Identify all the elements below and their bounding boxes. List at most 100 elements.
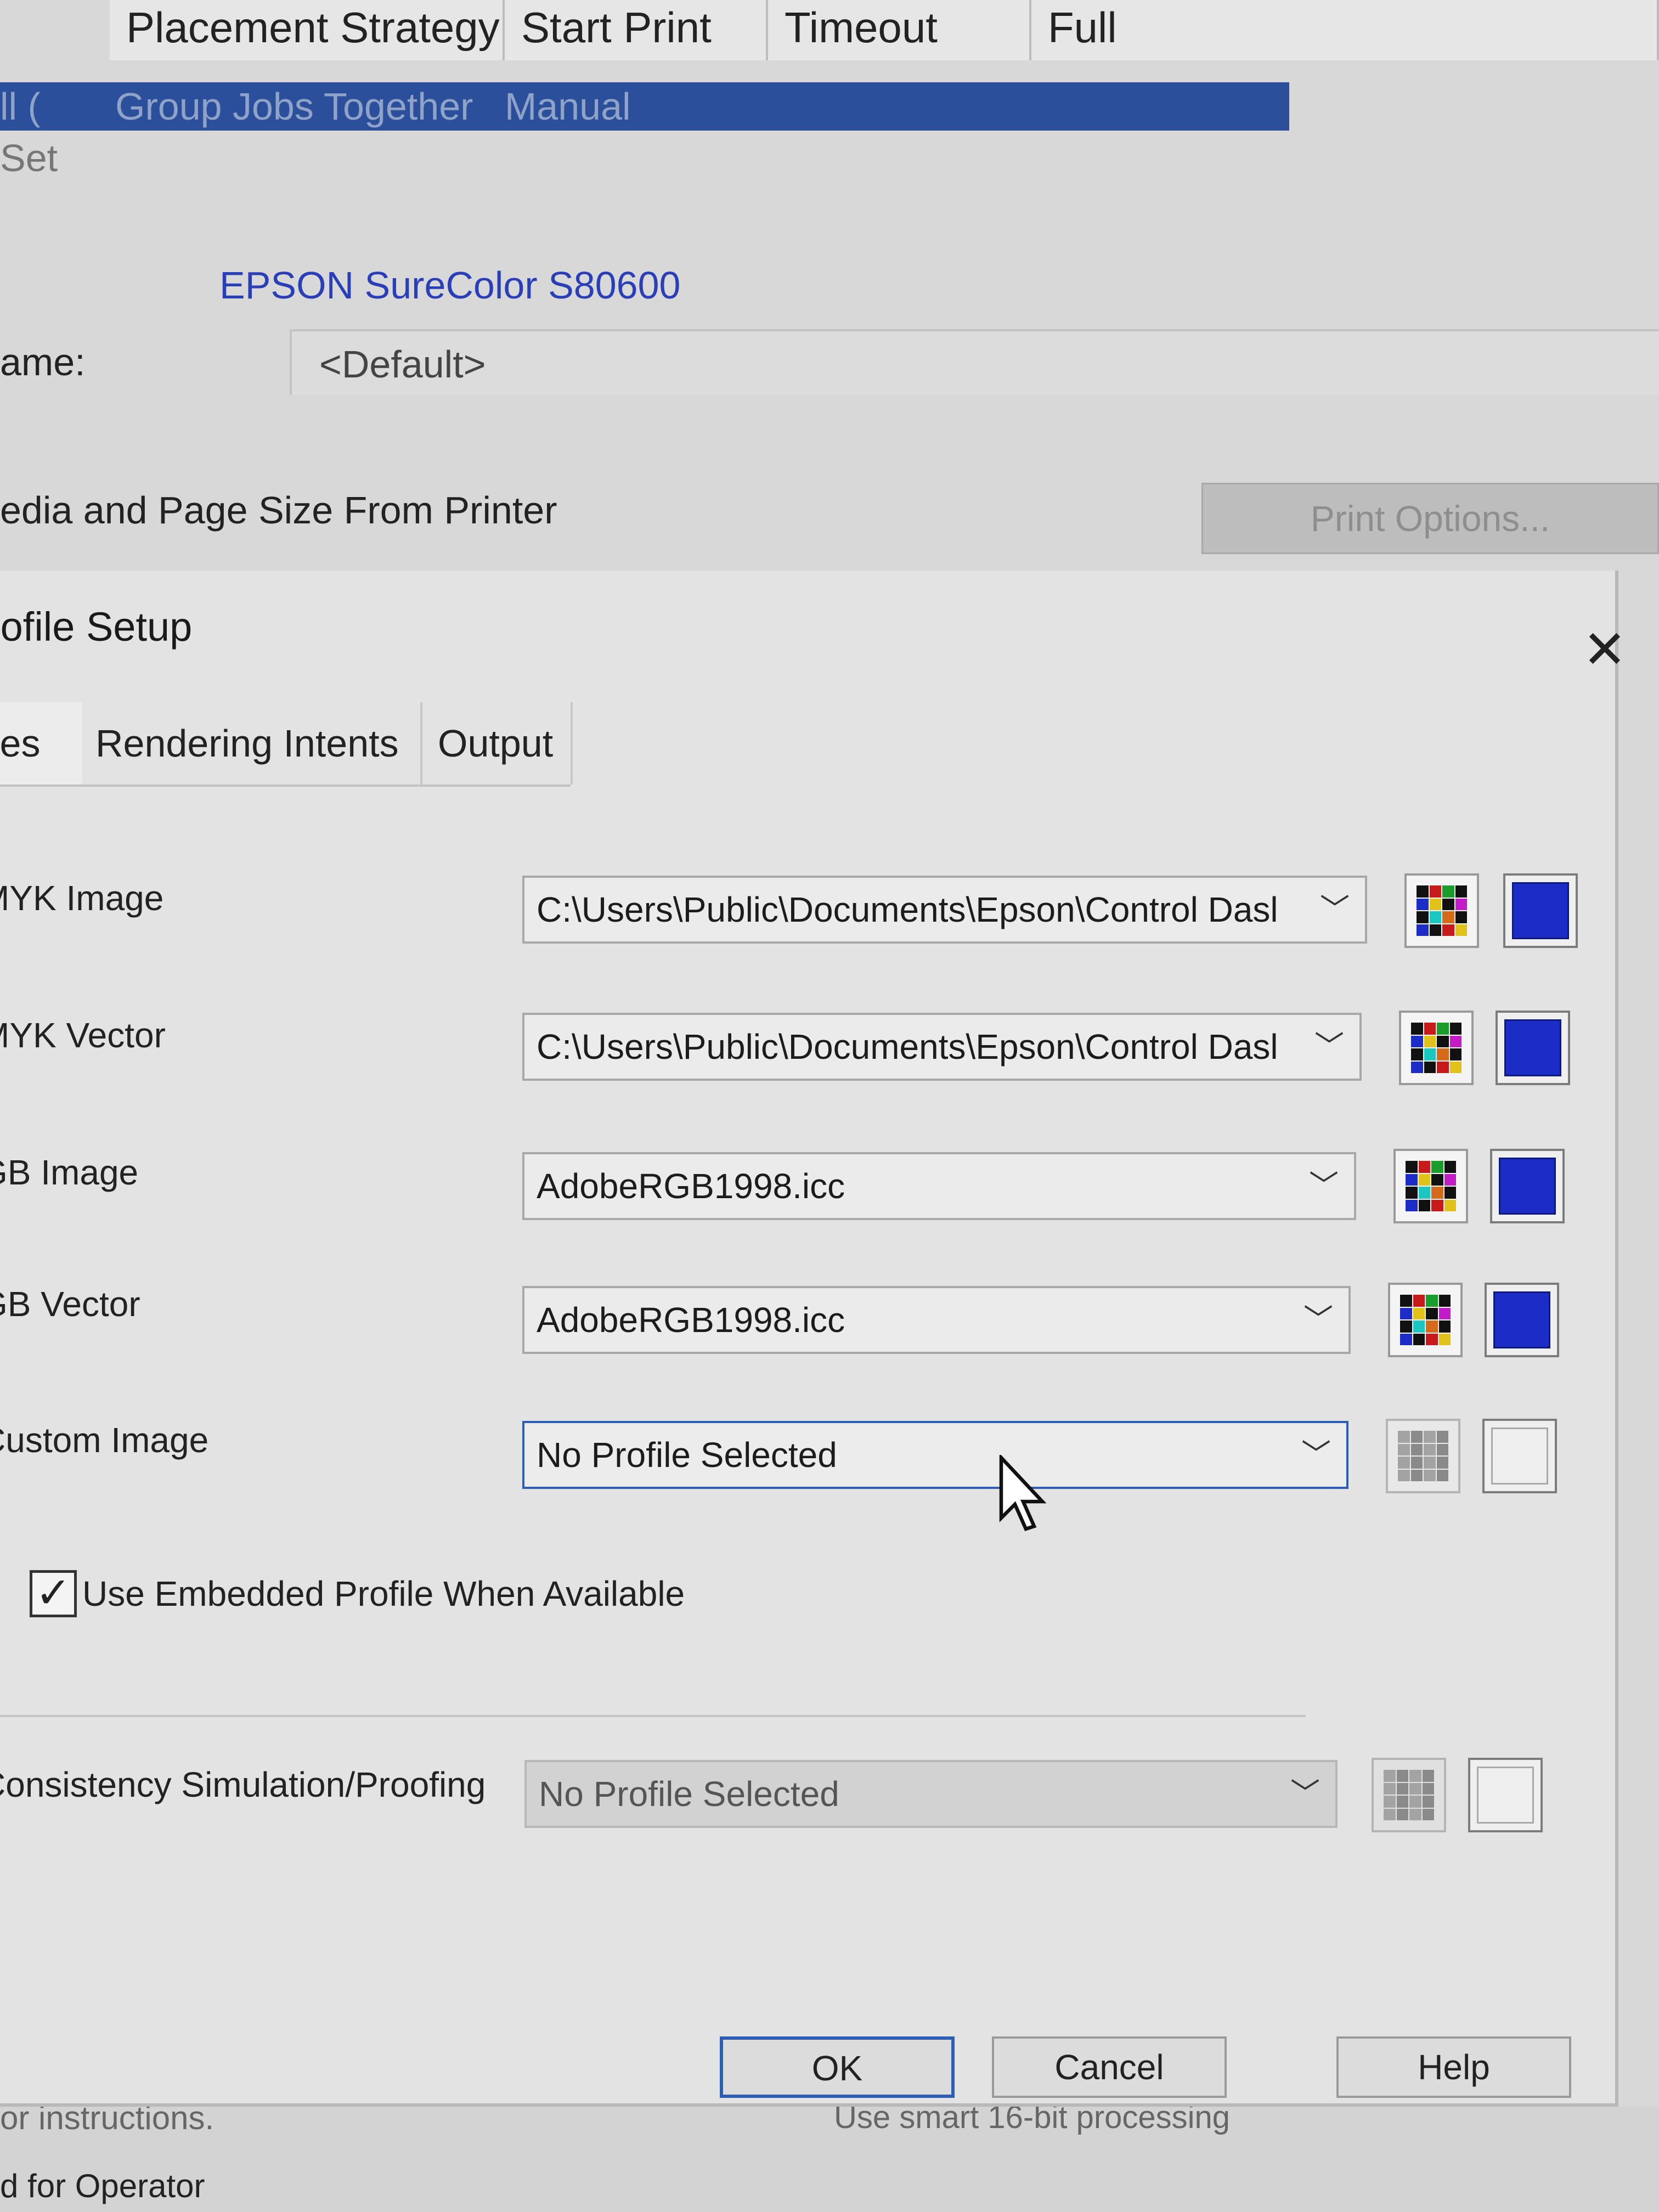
color-chip [1436, 1431, 1448, 1443]
color-chart-button[interactable] [1399, 1011, 1474, 1085]
tab-rendering-intents[interactable]: Rendering Intents [82, 702, 422, 785]
color-chip [1442, 924, 1454, 936]
color-chip [1429, 885, 1441, 898]
column-header-placement-strategy[interactable]: Placement Strategy [110, 0, 505, 60]
custom-image-profile-select[interactable]: No Profile Selected ﹀ [522, 1421, 1348, 1489]
profile-color-button[interactable] [1490, 1149, 1565, 1223]
color-chip [1398, 1457, 1410, 1469]
color-chip [1413, 1307, 1425, 1319]
color-chart-icon [1384, 1770, 1434, 1820]
color-chart-button[interactable] [1393, 1149, 1468, 1223]
color-chip [1411, 1023, 1423, 1035]
set-label: Set [0, 137, 58, 179]
rgb-image-profile-select[interactable]: AdobeRGB1998.icc ﹀ [522, 1152, 1356, 1220]
ok-button[interactable]: OK [720, 2036, 955, 2098]
use-embedded-profile-checkbox[interactable]: ✓ [30, 1570, 77, 1617]
color-chip [1396, 1796, 1408, 1808]
cmyk-vector-profile-select[interactable]: C:\Users\Public\Documents\Epson\Control … [522, 1013, 1362, 1081]
bottom-panel: or instructions. d for Operator Use smar… [0, 2100, 1659, 2212]
color-chip [1424, 1061, 1436, 1073]
color-chip [1436, 1469, 1448, 1481]
column-header-timeout[interactable]: Timeout [768, 0, 1031, 60]
color-chip [1417, 911, 1429, 923]
column-header-full[interactable]: Full [1031, 0, 1659, 60]
proofing-profile-select[interactable]: No Profile Selected ﹀ [524, 1760, 1338, 1828]
color-chip [1409, 1796, 1421, 1808]
color-chip [1400, 1333, 1412, 1345]
color-chart-button[interactable] [1404, 873, 1479, 948]
rgb-image-label: GB Image [0, 1153, 139, 1192]
color-chip [1424, 1443, 1436, 1455]
printer-name: EPSON SureColor S80600 [219, 264, 681, 307]
color-chip [1418, 1173, 1430, 1186]
color-chip [1431, 1199, 1443, 1211]
color-chip [1409, 1770, 1421, 1782]
color-chip [1429, 911, 1441, 923]
color-chip [1409, 1808, 1421, 1820]
profile-color-button[interactable] [1496, 1011, 1570, 1085]
help-button[interactable]: Help [1336, 2036, 1571, 2098]
color-chip [1409, 1782, 1421, 1795]
profile-color-button[interactable] [1503, 873, 1578, 948]
tab-profiles[interactable]: les [0, 702, 88, 785]
color-chip [1429, 898, 1441, 910]
color-chip [1444, 1199, 1456, 1211]
rgb-vector-profile-select[interactable]: AdobeRGB1998.icc ﹀ [522, 1286, 1351, 1354]
rgb-vector-label: GB Vector [0, 1284, 140, 1324]
color-chip [1424, 1048, 1436, 1060]
color-chip [1422, 1770, 1434, 1782]
color-chip [1418, 1161, 1430, 1173]
select-value: No Profile Selected [539, 1774, 839, 1814]
color-chip [1444, 1187, 1456, 1199]
color-chip [1455, 898, 1467, 910]
color-chip [1384, 1770, 1396, 1782]
profile-color-button[interactable] [1485, 1283, 1559, 1357]
color-chip [1422, 1796, 1434, 1808]
select-value: AdobeRGB1998.icc [537, 1166, 845, 1206]
close-icon[interactable]: ✕ [1580, 624, 1629, 676]
color-swatch-icon [1512, 882, 1569, 939]
color-chart-icon [1411, 1023, 1462, 1073]
color-chip [1417, 924, 1429, 936]
color-chart-button-disabled[interactable] [1386, 1419, 1460, 1493]
cmyk-image-label: MYK Image [0, 878, 164, 918]
color-chip [1449, 1061, 1462, 1073]
color-chip [1406, 1199, 1418, 1211]
name-label: ame: [0, 341, 86, 383]
color-chip [1413, 1321, 1425, 1333]
column-header-start-print[interactable]: Start Print [505, 0, 768, 60]
color-chart-button-disabled[interactable] [1372, 1758, 1446, 1832]
color-chip [1406, 1161, 1418, 1173]
row-cell: ll ( [0, 85, 41, 128]
color-chip [1422, 1782, 1434, 1795]
color-chip [1442, 911, 1454, 923]
color-chip [1431, 1187, 1443, 1199]
select-value: C:\Users\Public\Documents\Epson\Control … [537, 1027, 1278, 1066]
cmyk-image-profile-select[interactable]: C:\Users\Public\Documents\Epson\Control … [522, 876, 1367, 944]
color-chip [1411, 1048, 1423, 1060]
color-chip [1398, 1443, 1410, 1455]
color-chart-button[interactable] [1388, 1283, 1463, 1357]
color-chip [1426, 1333, 1438, 1345]
mouse-cursor-icon [999, 1455, 1047, 1532]
color-swatch-icon [1504, 1019, 1561, 1076]
dialog-title: rofile Setup [0, 604, 193, 650]
select-value: No Profile Selected [537, 1435, 837, 1475]
profile-color-button-empty[interactable] [1482, 1419, 1557, 1493]
use-embedded-profile-label[interactable]: Use Embedded Profile When Available [82, 1573, 685, 1614]
cancel-button[interactable]: Cancel [992, 2036, 1227, 2098]
print-options-button[interactable]: Print Options... [1201, 483, 1659, 554]
name-field[interactable]: <Default> [290, 329, 1659, 395]
color-chip [1418, 1199, 1430, 1211]
color-chip [1406, 1187, 1418, 1199]
color-chip [1431, 1173, 1443, 1186]
profile-color-button-empty[interactable] [1468, 1758, 1543, 1832]
color-chip [1437, 1061, 1449, 1073]
color-chip [1442, 898, 1454, 910]
tab-output[interactable]: Output [425, 702, 573, 785]
color-chip [1396, 1808, 1408, 1820]
color-chip [1437, 1048, 1449, 1060]
color-chip [1426, 1321, 1438, 1333]
selected-job-row[interactable]: ll ( Group Jobs Together Manual [0, 82, 1289, 131]
color-chip [1424, 1457, 1436, 1469]
